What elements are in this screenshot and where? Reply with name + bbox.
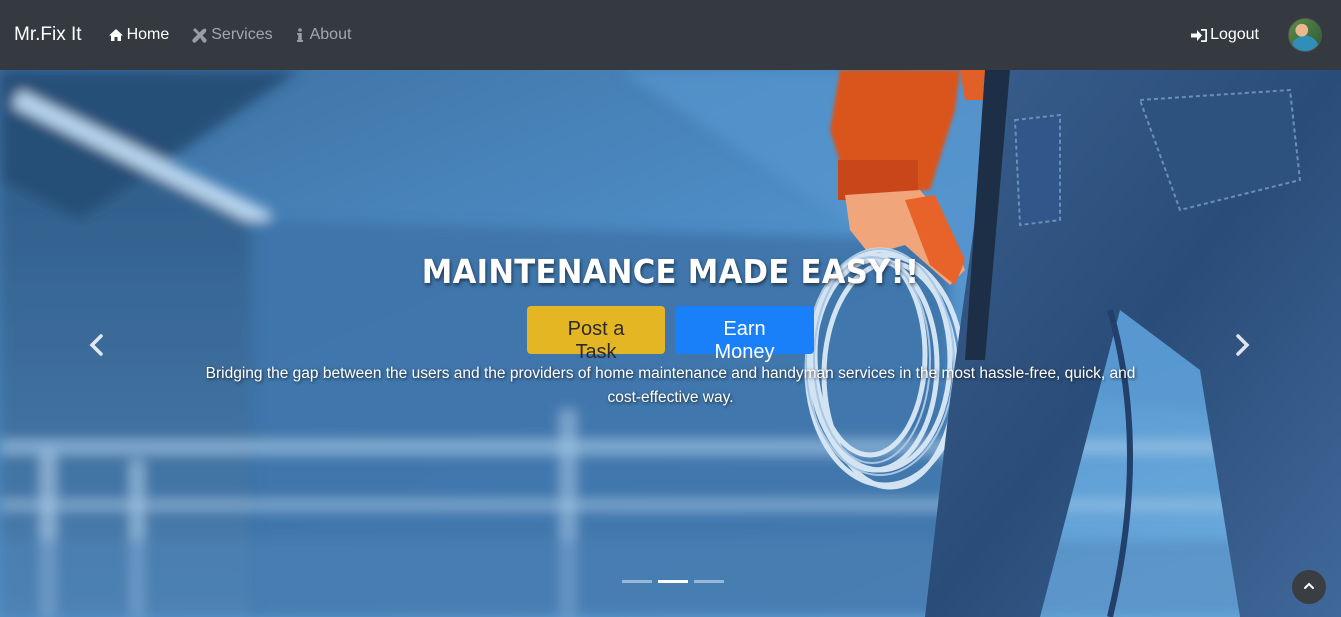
user-avatar[interactable] xyxy=(1288,18,1322,52)
post-task-button[interactable]: Post a Task xyxy=(527,306,665,363)
chevron-left-icon xyxy=(86,334,106,364)
carousel-next-button[interactable] xyxy=(1233,330,1253,365)
chevron-right-icon xyxy=(1233,334,1253,364)
carousel-indicators xyxy=(622,580,724,583)
nav-home-label: Home xyxy=(126,26,170,43)
logout-link[interactable]: Logout xyxy=(1190,26,1259,44)
navbar: Mr.Fix It Home Services About Logout xyxy=(0,0,1341,70)
hero-carousel: MAINTENANCE MADE EASY!! Post a Task Earn… xyxy=(0,70,1341,617)
hero-description: Bridging the gap between the users and t… xyxy=(205,365,1136,406)
brand-logo[interactable]: Mr.Fix It xyxy=(14,24,82,46)
hero-title: MAINTENANCE MADE EASY!! xyxy=(421,252,920,291)
sign-in-icon xyxy=(1190,28,1208,43)
earn-money-button[interactable]: Earn Money xyxy=(675,306,814,363)
back-to-top-button[interactable] xyxy=(1292,570,1326,604)
info-icon xyxy=(296,27,303,43)
nav-about[interactable]: About xyxy=(295,26,352,44)
hero-caption: MAINTENANCE MADE EASY!! Post a Task Earn… xyxy=(0,252,1341,410)
carousel-indicator-active[interactable] xyxy=(658,580,688,583)
carousel-indicator[interactable] xyxy=(622,580,652,583)
nav-about-label: About xyxy=(309,26,352,43)
home-icon xyxy=(108,28,124,42)
nav-home[interactable]: Home xyxy=(108,26,170,44)
tools-icon xyxy=(191,27,208,44)
chevron-up-icon xyxy=(1303,578,1315,596)
carousel-indicator[interactable] xyxy=(694,580,724,583)
hero-button-row: Post a Task Earn Money xyxy=(0,306,1341,363)
logout-label: Logout xyxy=(1210,26,1259,43)
nav-services-label: Services xyxy=(211,26,273,43)
carousel-prev-button[interactable] xyxy=(86,330,106,365)
navbar-right: Logout xyxy=(1190,18,1341,52)
nav-services[interactable]: Services xyxy=(191,26,273,44)
